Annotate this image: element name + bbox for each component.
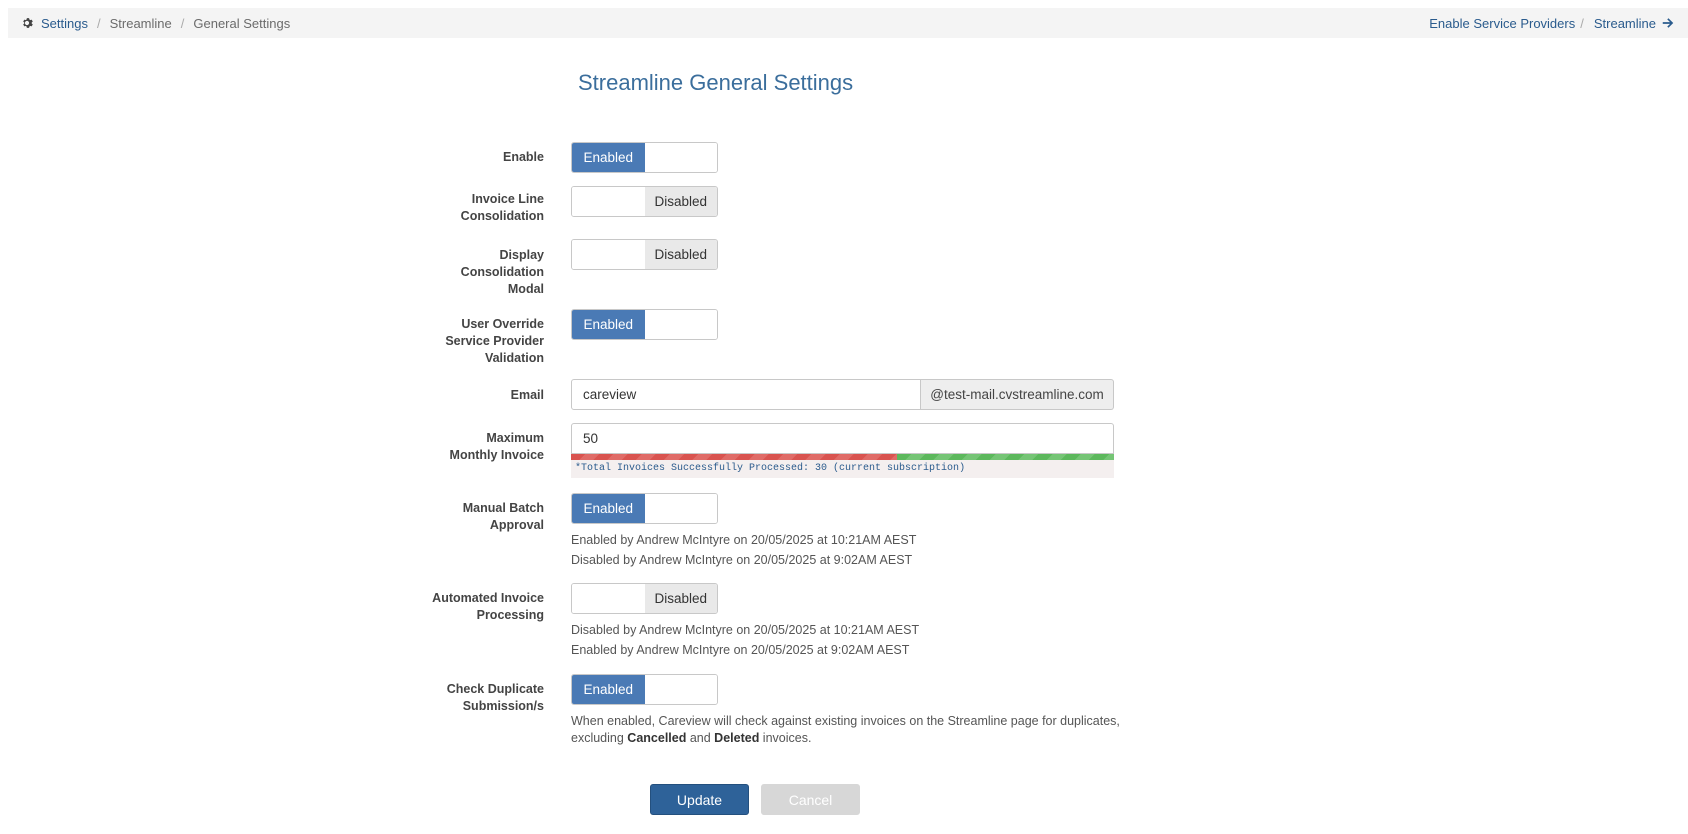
manual-batch-approval-label: Manual Batch Approval <box>462 501 544 532</box>
max-monthly-invoice-control: *Total Invoices Successfully Processed: … <box>571 423 1114 478</box>
check-duplicate-toggle[interactable]: Enabled <box>571 674 718 705</box>
history-entry: Disabled by Andrew McIntyre on 20/05/202… <box>571 623 920 637</box>
enable-toggle[interactable]: Enabled <box>571 142 718 173</box>
page-title: Streamline General Settings <box>578 70 854 95</box>
history-entry: Enabled by Andrew McIntyre on 20/05/2025… <box>571 533 917 547</box>
cancel-button[interactable]: Cancel <box>761 784 860 815</box>
invoice-usage-progress-bar <box>571 454 1114 460</box>
toggle-state: Enabled <box>572 494 645 523</box>
max-monthly-invoice-label: Maximum Monthly Invoice <box>449 431 544 462</box>
email-field[interactable] <box>571 379 921 410</box>
breadcrumb-bar: Settings / Streamline / General Settings… <box>8 8 1688 38</box>
max-monthly-invoice-input[interactable] <box>571 423 1114 454</box>
automated-invoice-processing-toggle[interactable]: Disabled <box>571 583 718 614</box>
progress-used <box>571 454 897 460</box>
email-input-group: @test-mail.cvstreamline.com <box>571 379 1114 410</box>
enable-label: Enable <box>503 150 544 164</box>
check-duplicate-help-text: When enabled, Careview will check agains… <box>571 714 1120 745</box>
breadcrumb-settings[interactable]: Settings <box>41 16 88 31</box>
progress-remaining <box>896 454 1114 460</box>
arrow-right-icon[interactable] <box>1662 17 1674 29</box>
breadcrumb-separator: / <box>180 15 185 31</box>
breadcrumb-streamline[interactable]: Streamline <box>110 16 172 31</box>
toggle-state: Enabled <box>572 310 645 339</box>
nav-separator: / <box>1580 15 1584 31</box>
email-label: Email <box>510 388 544 402</box>
check-duplicate-label: Check Duplicate Submission/s <box>446 682 544 713</box>
history-entry: Disabled by Andrew McIntyre on 20/05/202… <box>571 553 913 567</box>
nav-links: Enable Service Providers / Streamline <box>1429 16 1674 31</box>
display-consolidation-modal-toggle[interactable]: Disabled <box>571 239 718 270</box>
toggle-state: Enabled <box>572 143 645 172</box>
manual-batch-approval-toggle[interactable]: Enabled <box>571 493 718 524</box>
toggle-state: Disabled <box>644 240 717 269</box>
display-consolidation-modal-label: Display Consolidation Modal <box>460 248 544 296</box>
toggle-state: Disabled <box>644 187 717 216</box>
breadcrumb: Settings / Streamline / General Settings <box>21 16 290 31</box>
user-override-label: User Override Service Provider Validatio… <box>445 317 544 365</box>
toggle-state: Enabled <box>572 675 645 704</box>
update-button[interactable]: Update <box>650 784 749 815</box>
invoice-usage-note: *Total Invoices Successfully Processed: … <box>571 460 1114 478</box>
toggle-state: Disabled <box>644 584 717 613</box>
streamline-link[interactable]: Streamline <box>1594 16 1656 31</box>
history-entry: Enabled by Andrew McIntyre on 20/05/2025… <box>571 643 910 657</box>
manual-batch-approval-history: Enabled by Andrew McIntyre on 20/05/2025… <box>571 530 916 570</box>
invoice-line-consolidation-toggle[interactable]: Disabled <box>571 186 718 217</box>
enable-service-providers-link[interactable]: Enable Service Providers <box>1429 16 1575 31</box>
gear-icon <box>23 18 33 28</box>
breadcrumb-general-settings: General Settings <box>193 15 291 31</box>
automated-invoice-processing-history: Disabled by Andrew McIntyre on 20/05/202… <box>571 620 919 660</box>
email-domain-addon: @test-mail.cvstreamline.com <box>921 379 1114 410</box>
automated-invoice-processing-label: Automated Invoice Processing <box>432 591 544 622</box>
breadcrumb-separator: / <box>96 15 101 31</box>
user-override-toggle[interactable]: Enabled <box>571 309 718 340</box>
invoice-line-consolidation-label: Invoice Line Consolidation <box>460 192 544 223</box>
